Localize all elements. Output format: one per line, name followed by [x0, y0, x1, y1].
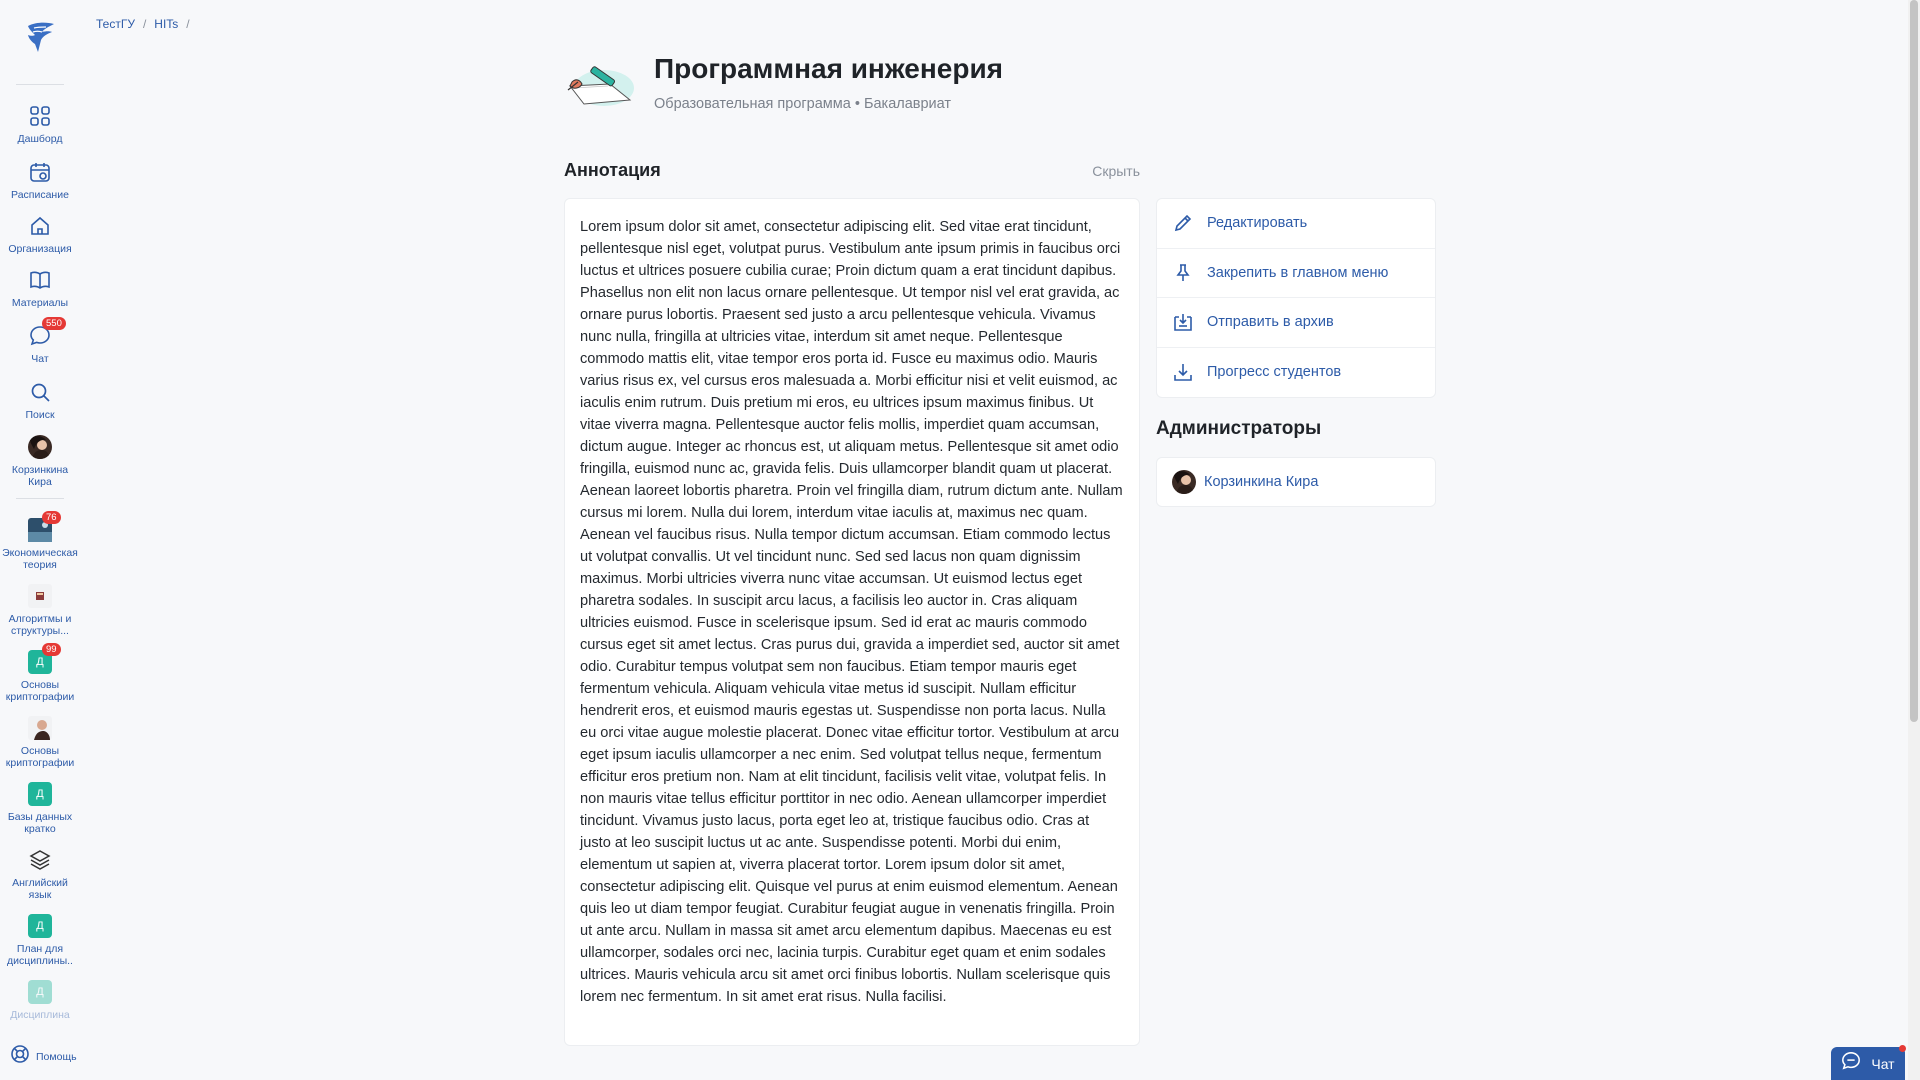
sidebar-item-search[interactable]: Поиск — [0, 380, 80, 421]
hide-annotation-button[interactable]: Скрыть — [1092, 163, 1140, 179]
course-thumbnail: Д — [28, 782, 52, 806]
sidebar-item-label: Базы данных кратко — [7, 811, 73, 835]
sidebar-item-label: Дисциплина — [10, 1009, 70, 1021]
admin-name: Корзинкина Кира — [1204, 474, 1319, 490]
avatar — [1172, 470, 1196, 494]
page-header: Программная инженерия Образовательная пр… — [564, 52, 1003, 112]
sidebar-item-label: Чат — [31, 353, 49, 365]
course-thumbnail — [28, 584, 52, 608]
sidebar-item-label: Алгоритмы и структуры... — [8, 613, 72, 637]
sidebar-item-label: Дашборд — [17, 133, 63, 145]
breadcrumb-item[interactable]: HITs — [154, 17, 178, 31]
sidebar-item-label: Организация — [8, 243, 72, 255]
breadcrumb-item[interactable]: ТестГУ — [96, 17, 135, 31]
search-icon — [28, 380, 52, 404]
course-thumbnail: Д — [28, 980, 52, 1004]
annotation-header: Аннотация Скрыть — [564, 160, 1140, 181]
unread-badge: 99 — [42, 643, 61, 656]
calendar-icon — [28, 160, 52, 184]
layers-icon — [28, 848, 52, 872]
book-icon — [28, 268, 52, 292]
sidebar-item-label: Английский язык — [12, 877, 68, 901]
sidebar-item-label: Расписание — [11, 189, 69, 201]
sidebar-item-organization[interactable]: Организация — [0, 214, 80, 255]
unread-badge: 76 — [42, 511, 61, 524]
action-label: Отправить в архив — [1207, 314, 1334, 331]
page-scrollbar[interactable] — [1908, 0, 1920, 1080]
course-initial: Д — [28, 782, 52, 806]
unread-badge: 550 — [42, 317, 66, 330]
sidebar-item-schedule[interactable]: Расписание — [0, 160, 80, 201]
archive-button[interactable]: Отправить в архив — [1157, 298, 1435, 348]
archive-icon — [1173, 312, 1193, 332]
sidebar-item-materials[interactable]: Материалы — [0, 268, 80, 309]
page-title: Программная инженерия — [654, 53, 1004, 84]
sidebar-item-label: Основы криптографии — [5, 679, 75, 703]
chat-widget-button[interactable]: Чат — [1831, 1045, 1906, 1080]
download-icon — [1173, 362, 1193, 382]
chat-icon: 550 — [28, 317, 66, 348]
sidebar-course-item[interactable]: Д Дисциплина — [0, 980, 80, 1021]
action-label: Прогресс студентов — [1207, 364, 1342, 381]
course-thumbnail — [28, 716, 52, 740]
sidebar-item-label: Основы криптографии — [5, 745, 75, 769]
sidebar-course-item[interactable]: Основы криптографии — [0, 716, 80, 769]
sidebar-divider — [16, 84, 64, 85]
header-text: Программная инженерия Образовательная пр… — [654, 52, 1003, 112]
sidebar-item-label: Экономическая теория — [2, 547, 78, 571]
pin-icon — [1173, 263, 1193, 283]
sidebar-course-item[interactable]: Английский язык — [0, 848, 80, 901]
course-thumbnail: Д 99 — [28, 643, 61, 674]
student-progress-button[interactable]: Прогресс студентов — [1157, 348, 1435, 398]
course-initial: Д — [28, 980, 52, 1004]
course-initial: Д — [28, 914, 52, 938]
sidebar-course-item[interactable]: Алгоритмы и структуры... — [0, 584, 80, 637]
annotation-title: Аннотация — [564, 160, 661, 180]
sidebar-course-item[interactable]: 76 Экономическая теория — [0, 511, 80, 571]
sidebar: Дашборд Расписание Организация Материалы… — [0, 0, 80, 1080]
help-label: Помощь — [36, 1050, 77, 1063]
action-label: Закрепить в главном меню — [1207, 264, 1389, 281]
admin-item[interactable]: Корзинкина Кира — [1156, 457, 1436, 507]
help-button[interactable]: Помощь — [10, 1044, 77, 1069]
pin-to-menu-button[interactable]: Закрепить в главном меню — [1157, 249, 1435, 298]
breadcrumb: ТестГУ / HITs / — [96, 17, 190, 31]
annotation-text: Lorem ipsum dolor sit amet, consectetur … — [580, 219, 1123, 1005]
page-subtitle: Образовательная программа • Бакалавриат — [654, 96, 952, 112]
grid-icon — [28, 104, 52, 128]
chat-label: Чат — [1871, 1055, 1895, 1072]
actions-menu: Редактировать Закрепить в главном меню О… — [1156, 198, 1436, 398]
sidebar-item-chat[interactable]: 550 Чат — [0, 317, 80, 365]
sidebar-course-item[interactable]: Д План для дисциплины.. — [0, 914, 80, 967]
course-thumbnail: 76 — [28, 511, 61, 542]
pencil-icon — [1173, 213, 1193, 233]
annotation-card: Lorem ipsum dolor sit amet, consectetur … — [564, 198, 1140, 1046]
program-illustration-icon — [564, 56, 636, 112]
chat-icon — [1841, 1051, 1861, 1076]
lifebuoy-icon — [10, 1044, 30, 1069]
action-label: Редактировать — [1207, 215, 1308, 232]
avatar — [28, 435, 52, 459]
home-icon — [28, 214, 52, 238]
edit-button[interactable]: Редактировать — [1157, 199, 1435, 249]
breadcrumb-separator: / — [186, 17, 190, 31]
sidebar-course-item[interactable]: Д 99 Основы криптографии — [0, 643, 80, 703]
scrollbar-thumb[interactable] — [1910, 0, 1918, 722]
sidebar-course-item[interactable]: Д Базы данных кратко — [0, 782, 80, 835]
sidebar-item-profile[interactable]: Корзинкина Кира — [0, 435, 80, 488]
breadcrumb-separator: / — [142, 17, 147, 31]
sidebar-item-label: План для дисциплины.. — [7, 943, 73, 967]
app-logo[interactable] — [22, 18, 58, 54]
sidebar-item-label: Поиск — [25, 409, 55, 421]
admins-title: Администраторы — [1156, 418, 1322, 439]
sidebar-divider — [16, 498, 64, 499]
sidebar-item-dashboard[interactable]: Дашборд — [0, 104, 80, 145]
notification-dot — [1899, 1045, 1906, 1052]
course-thumbnail: Д — [28, 914, 52, 938]
sidebar-item-label: Материалы — [11, 297, 69, 309]
sidebar-item-label: Корзинкина Кира — [11, 464, 69, 488]
